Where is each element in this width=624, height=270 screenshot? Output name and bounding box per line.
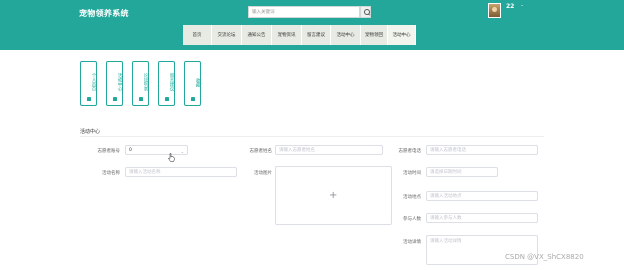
plus-icon: + bbox=[329, 190, 338, 201]
side-card-favorites[interactable]: 收藏 bbox=[184, 61, 201, 106]
nav-item-activity-center[interactable]: 活动中心 bbox=[388, 25, 416, 45]
participants-label: 参与人数 bbox=[403, 217, 421, 222]
section-title: 活动中心 bbox=[80, 129, 101, 135]
volunteer-id-value: 0 bbox=[129, 148, 132, 153]
participants-field[interactable]: 请输入参与人数 bbox=[426, 213, 538, 223]
nav-item-pet-return[interactable]: 宠物领回 bbox=[361, 25, 388, 45]
volunteer-phone-label: 志愿者电话 bbox=[398, 149, 422, 154]
nav-item-forum[interactable]: 交流论坛 bbox=[212, 25, 242, 45]
home-icon bbox=[165, 97, 169, 101]
user-name[interactable]: 22 bbox=[506, 3, 514, 10]
volunteer-name-label: 志愿者姓名 bbox=[249, 149, 273, 154]
side-card-activity[interactable]: 活动中心 bbox=[106, 61, 123, 106]
site-title[interactable]: 宠物领养系统 bbox=[79, 8, 129, 19]
side-card-label: 论坛列表 bbox=[143, 73, 148, 91]
home-icon bbox=[191, 97, 195, 101]
side-card-forum[interactable]: 论坛列表 bbox=[132, 61, 149, 106]
side-card-label: 活动中心 bbox=[117, 73, 122, 91]
activity-time-label: 活动时间 bbox=[403, 171, 421, 176]
nav-item-suggestions[interactable]: 留言建议 bbox=[302, 25, 331, 45]
nav-item-activity[interactable]: 活动中心 bbox=[331, 25, 361, 45]
side-card-label: 留言建议 bbox=[169, 73, 174, 91]
side-menu: 个人首页 活动中心 论坛列表 留言建议 收藏 bbox=[80, 61, 210, 106]
chevron-down-icon: ⌄ bbox=[180, 149, 184, 154]
volunteer-id-label: 志愿者账号 bbox=[97, 149, 121, 154]
search-icon[interactable] bbox=[360, 6, 371, 18]
activity-location-label: 活动地点 bbox=[403, 195, 421, 200]
nav-item-home[interactable]: 首页 bbox=[183, 25, 212, 45]
avatar[interactable] bbox=[488, 3, 501, 18]
search-input[interactable]: 输入关键词 bbox=[248, 6, 360, 18]
side-card-label: 收藏 bbox=[195, 77, 200, 87]
hand-cursor-icon bbox=[168, 153, 175, 162]
volunteer-name-field[interactable]: 请输入志愿者姓名 bbox=[275, 145, 383, 155]
nav-item-pet-news[interactable]: 宠物资讯 bbox=[272, 25, 302, 45]
side-card-suggestions[interactable]: 留言建议 bbox=[158, 61, 175, 106]
home-icon bbox=[139, 97, 143, 101]
activity-name-field[interactable]: 请输入活动名称 bbox=[125, 167, 237, 177]
home-icon bbox=[87, 97, 91, 101]
divider bbox=[80, 136, 544, 137]
watermark: CSDN @VX_ShCX8820 bbox=[505, 253, 584, 261]
image-upload-box[interactable]: + bbox=[275, 166, 392, 225]
volunteer-phone-field[interactable]: 请输入志愿者电话 bbox=[426, 145, 538, 155]
volunteer-id-select[interactable]: 0 ⌄ bbox=[125, 145, 188, 155]
activity-image-label: 活动图片 bbox=[254, 171, 272, 176]
main-nav: 首页 交流论坛 通知公告 宠物资讯 留言建议 活动中心 宠物领回 活动中心 bbox=[183, 25, 416, 45]
activity-name-label: 活动名称 bbox=[102, 171, 120, 176]
side-card-label: 个人首页 bbox=[91, 73, 96, 91]
side-card-profile[interactable]: 个人首页 bbox=[80, 61, 97, 106]
activity-location-field[interactable]: 请输入活动地点 bbox=[426, 191, 538, 201]
user-menu-toggle[interactable]: - bbox=[521, 2, 523, 9]
home-icon bbox=[113, 97, 117, 101]
activity-time-picker[interactable]: 请选择日期时间 bbox=[426, 167, 498, 177]
nav-item-notices[interactable]: 通知公告 bbox=[242, 25, 272, 45]
activity-detail-label: 活动详情 bbox=[403, 240, 421, 245]
